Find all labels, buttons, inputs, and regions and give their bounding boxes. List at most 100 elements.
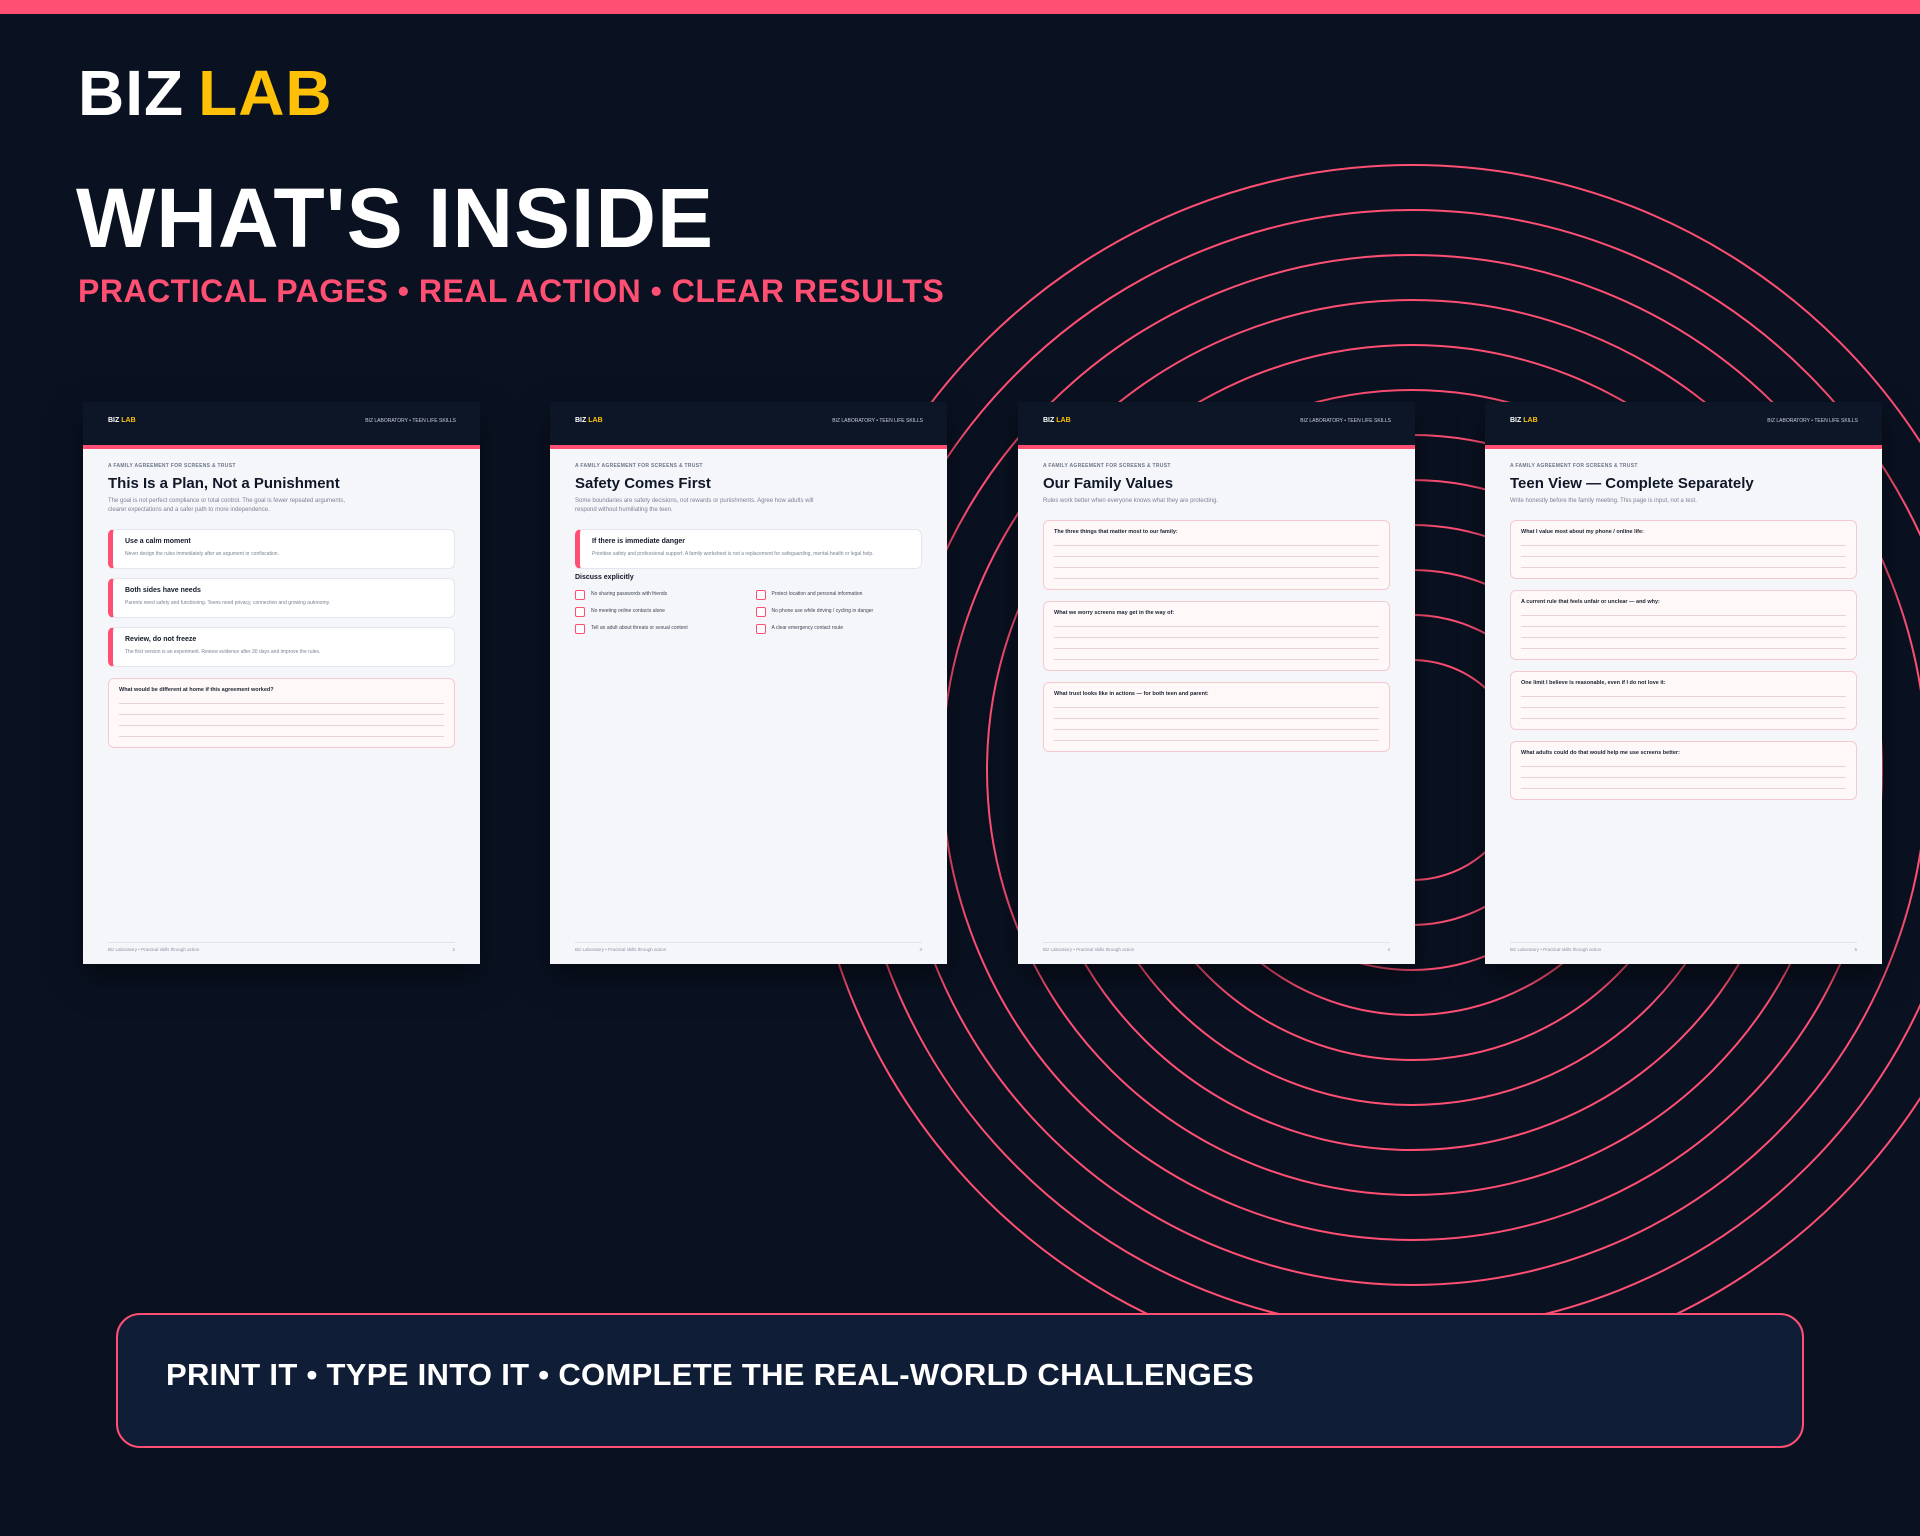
page-headline: WHAT'S INSIDE [76, 171, 715, 265]
page-subtitle: Some boundaries are safety decisions, no… [575, 498, 814, 513]
page-eyebrow: A FAMILY AGREEMENT FOR SCREENS & TRUST [108, 463, 236, 469]
checkbox[interactable] [755, 607, 766, 617]
writing-line [119, 725, 444, 726]
prompt-label: What we worry screens may get in the way… [1054, 610, 1175, 616]
page-logo-biz: BIZ [1510, 417, 1522, 424]
writing-line [1054, 659, 1379, 660]
checklist-item[interactable]: No phone use while driving / cycling in … [755, 607, 923, 617]
writing-prompt-box: The three things that matter most to our… [1043, 520, 1390, 590]
checklist-item[interactable]: No sharing passwords with friends [575, 590, 742, 600]
page-eyebrow: A FAMILY AGREEMENT FOR SCREENS & TRUST [1043, 463, 1171, 469]
page-header: BIZ LAB BIZ LABORATORY • TEEN LIFE SKILLS [1018, 402, 1415, 449]
checkbox-label: No sharing passwords with friends [591, 591, 668, 597]
checkbox[interactable] [575, 624, 585, 634]
checklist-item[interactable]: A clear emergency contact route [755, 624, 923, 634]
page-eyebrow: A FAMILY AGREEMENT FOR SCREENS & TRUST [1510, 463, 1638, 469]
checkbox-label: Protect location and personal informatio… [771, 591, 863, 597]
checklist-item[interactable]: Tell an adult about threats or sexual co… [575, 624, 742, 634]
discuss-heading: Discuss explicitly [575, 574, 634, 581]
checkbox-label: A clear emergency contact route [771, 625, 844, 631]
writing-line [1521, 545, 1846, 546]
brand-logo: BIZ LAB [78, 56, 333, 130]
writing-prompt-box: What adults could do that would help me … [1510, 741, 1857, 800]
page-footer: Biz Laboratory • Practical skills throug… [1043, 942, 1390, 952]
writing-line [1054, 740, 1379, 741]
card-title: If there is immediate danger [592, 538, 685, 545]
card-title: Both sides have needs [125, 587, 201, 594]
prompt-label: What would be different at home if this … [119, 687, 274, 693]
checkbox[interactable] [755, 590, 766, 600]
page-logo: BIZ LAB [108, 417, 136, 424]
page-number: 3 [919, 947, 922, 952]
writing-prompt-box: What we worry screens may get in the way… [1043, 601, 1390, 671]
footer-text: Biz Laboratory • Practical skills throug… [1043, 947, 1135, 952]
checklist: No sharing passwords with friends Protec… [575, 590, 922, 634]
writing-prompt-box: What I value most about my phone / onlin… [1510, 520, 1857, 579]
writing-line [1521, 718, 1846, 719]
writing-line [1054, 729, 1379, 730]
page-header: BIZ LAB BIZ LABORATORY • TEEN LIFE SKILLS [1485, 402, 1882, 449]
writing-line [1521, 788, 1846, 789]
page-title: Teen View — Complete Separately [1510, 475, 1754, 492]
writing-line [1521, 626, 1846, 627]
card-text: Parents need safety and functioning. Tee… [125, 600, 331, 606]
checklist-item[interactable]: No meeting online contacts alone [575, 607, 742, 617]
writing-line [1521, 615, 1846, 616]
brand-biz: BIZ [78, 57, 185, 129]
page-header: BIZ LAB BIZ LABORATORY • TEEN LIFE SKILLS [83, 402, 480, 449]
card-text: The first version is an experiment. Revi… [125, 649, 321, 655]
cta-text: PRINT IT • TYPE INTO IT • COMPLETE THE R… [166, 1357, 1254, 1392]
cta-banner: PRINT IT • TYPE INTO IT • COMPLETE THE R… [116, 1313, 1804, 1448]
checkbox-label: No meeting online contacts alone [591, 608, 665, 614]
page-title: Safety Comes First [575, 475, 711, 492]
prompt-label: A current rule that feels unfair or uncl… [1521, 599, 1660, 605]
checklist-item[interactable]: Protect location and personal informatio… [755, 590, 923, 600]
writing-line [1521, 556, 1846, 557]
page-header-series: BIZ LABORATORY • TEEN LIFE SKILLS [832, 418, 923, 424]
page-logo-biz: BIZ [575, 417, 587, 424]
checkbox[interactable] [575, 607, 585, 617]
checkbox[interactable] [755, 624, 766, 634]
tagline: PRACTICAL PAGES • REAL ACTION • CLEAR RE… [78, 273, 945, 309]
writing-line [1054, 648, 1379, 649]
writing-line [1054, 707, 1379, 708]
writing-line [1521, 567, 1846, 568]
writing-line [1521, 696, 1846, 697]
writing-line [119, 714, 444, 715]
page-number: 2 [452, 947, 455, 952]
writing-line [1521, 766, 1846, 767]
page-logo-biz: BIZ [108, 417, 120, 424]
writing-line [1054, 556, 1379, 557]
page-logo-lab: LAB [121, 417, 136, 424]
preview-page-teen-view: BIZ LAB BIZ LABORATORY • TEEN LIFE SKILLS… [1485, 402, 1882, 964]
checkbox-label: No phone use while driving / cycling in … [771, 608, 874, 614]
checkbox[interactable] [575, 590, 585, 600]
writing-line [1054, 567, 1379, 568]
info-card: Both sides have needs Parents need safet… [108, 578, 455, 618]
brand-lab: LAB [198, 57, 333, 129]
page-logo: BIZ LAB [575, 417, 603, 424]
info-card: Review, do not freeze The first version … [108, 627, 455, 667]
writing-line [1054, 578, 1379, 579]
prompt-label: One limit I believe is reasonable, even … [1521, 680, 1666, 686]
writing-prompt-box: One limit I believe is reasonable, even … [1510, 671, 1857, 730]
page-title: This Is a Plan, Not a Punishment [108, 475, 340, 492]
page-logo-lab: LAB [1523, 417, 1538, 424]
prompt-label: The three things that matter most to our… [1054, 529, 1178, 535]
page-subtitle: Write honestly before the family meeting… [1510, 498, 1697, 504]
card-text: Never design the rules immediately after… [125, 551, 279, 557]
page-logo-lab: LAB [588, 417, 603, 424]
page-header-series: BIZ LABORATORY • TEEN LIFE SKILLS [1300, 418, 1391, 424]
writing-line [1521, 707, 1846, 708]
page-number: 5 [1854, 947, 1857, 952]
page-logo-lab: LAB [1056, 417, 1071, 424]
writing-line [1054, 718, 1379, 719]
page-logo-biz: BIZ [1043, 417, 1055, 424]
card-title: Review, do not freeze [125, 636, 197, 643]
writing-line [1521, 637, 1846, 638]
writing-line [1054, 626, 1379, 627]
footer-text: Biz Laboratory • Practical skills throug… [1510, 947, 1602, 952]
writing-line [1521, 777, 1846, 778]
checkbox-label: Tell an adult about threats or sexual co… [591, 625, 688, 631]
page-title: Our Family Values [1043, 475, 1174, 492]
